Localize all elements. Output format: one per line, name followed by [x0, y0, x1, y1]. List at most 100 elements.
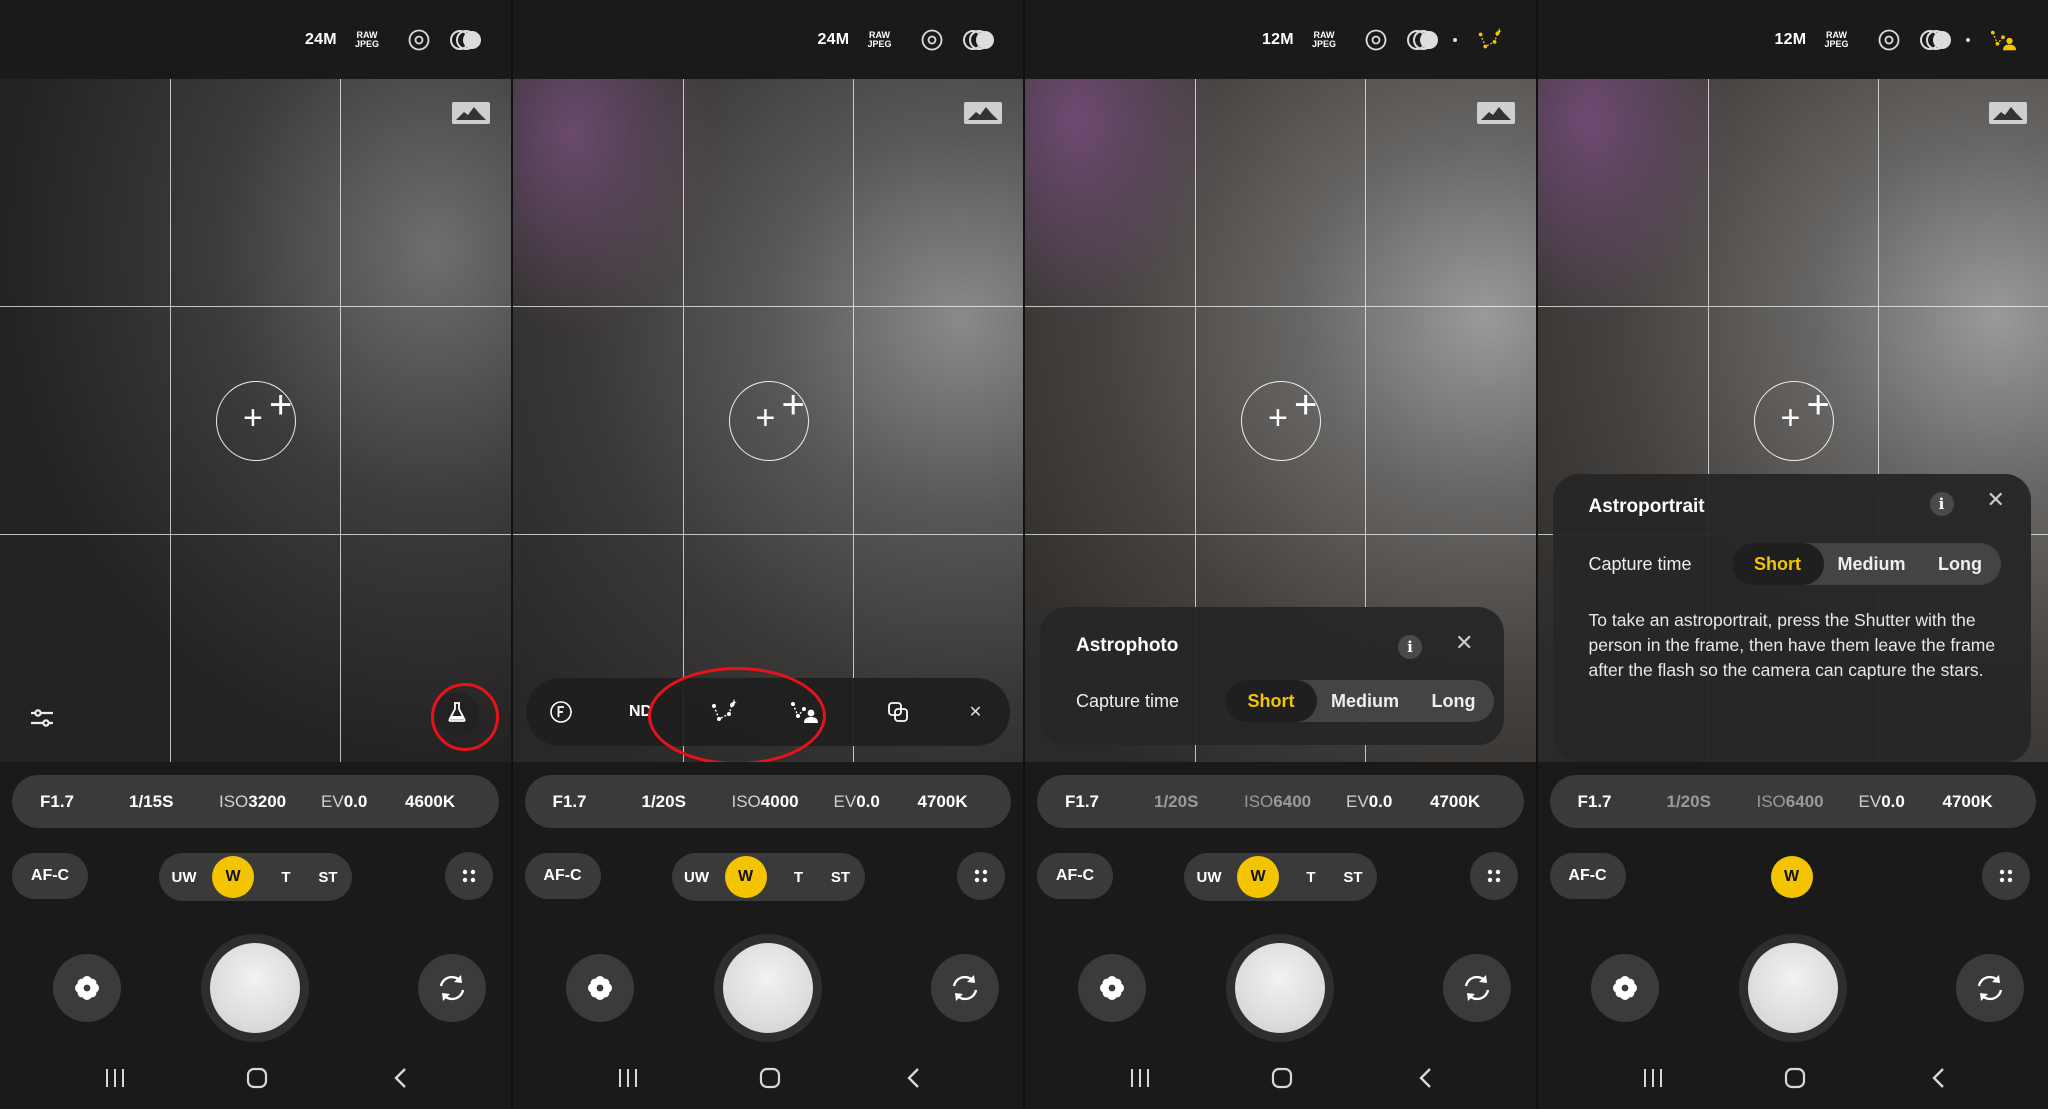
- f-circle-icon[interactable]: [536, 678, 586, 746]
- viewfinder[interactable]: + + Astroportrait i ✕ Capture time Short…: [1537, 79, 2048, 762]
- capture-medium-option[interactable]: Medium: [1824, 543, 1920, 585]
- info-icon[interactable]: i: [1398, 635, 1422, 659]
- ev-control[interactable]: EV 0.0: [1346, 775, 1392, 828]
- lens-uw[interactable]: UW: [682, 853, 712, 901]
- raw-jpeg-button[interactable]: RAW JPEG: [868, 0, 892, 79]
- lens-target-icon[interactable]: [1364, 0, 1388, 79]
- grid-dots-icon[interactable]: [957, 852, 1005, 900]
- astroportrait-icon[interactable]: [1989, 0, 2017, 79]
- lens-st[interactable]: ST: [1338, 853, 1368, 901]
- capture-short-option[interactable]: Short: [1731, 543, 1824, 585]
- viewfinder[interactable]: + + ND ✕: [512, 79, 1023, 762]
- histogram-icon[interactable]: [1476, 102, 1515, 124]
- shutter-button[interactable]: [1226, 934, 1334, 1042]
- capture-short-option[interactable]: Short: [1225, 680, 1317, 722]
- hdr-rings-icon[interactable]: [449, 0, 483, 79]
- close-lab-bar-icon[interactable]: ✕: [956, 678, 996, 746]
- shutter-speed-value[interactable]: 1/20S: [1667, 775, 1711, 828]
- white-balance-value[interactable]: 4700K: [918, 775, 968, 828]
- iso-control[interactable]: ISO 4000: [732, 775, 799, 828]
- white-balance-value[interactable]: 4700K: [1430, 775, 1480, 828]
- recent-apps-icon[interactable]: [100, 1058, 130, 1098]
- shutter-speed-value[interactable]: 1/20S: [642, 775, 686, 828]
- flip-camera-icon[interactable]: [930, 954, 999, 1022]
- shutter-button[interactable]: [713, 934, 822, 1042]
- lens-t[interactable]: T: [1301, 853, 1321, 901]
- capture-medium-option[interactable]: Medium: [1317, 680, 1413, 722]
- back-icon[interactable]: [898, 1058, 928, 1098]
- iso-control[interactable]: ISO 3200: [219, 775, 286, 828]
- shutter-speed-value[interactable]: 1/20S: [1154, 775, 1198, 828]
- resolution-button[interactable]: 12M: [1262, 0, 1294, 79]
- raw-jpeg-button[interactable]: RAW JPEG: [1825, 0, 1849, 79]
- histogram-icon[interactable]: [964, 102, 1002, 124]
- resolution-button[interactable]: 12M: [1775, 0, 1807, 79]
- hdr-rings-icon[interactable]: [1406, 0, 1440, 79]
- hdr-rings-icon[interactable]: [1919, 0, 1953, 79]
- close-icon[interactable]: ✕: [1987, 489, 2005, 511]
- recent-apps-icon[interactable]: [613, 1058, 643, 1098]
- flower-icon[interactable]: [53, 954, 121, 1022]
- back-icon[interactable]: [385, 1058, 415, 1098]
- flower-icon[interactable]: [1590, 954, 1659, 1022]
- lens-target-icon[interactable]: [1877, 0, 1901, 79]
- ev-control[interactable]: EV 0.0: [1859, 775, 1905, 828]
- shutter-speed-value[interactable]: 1/15S: [129, 775, 173, 828]
- shutter-button[interactable]: [201, 934, 309, 1042]
- ev-control[interactable]: EV 0.0: [834, 775, 880, 828]
- shutter-button[interactable]: [1738, 934, 1847, 1042]
- resolution-button[interactable]: 24M: [305, 0, 337, 79]
- overlay-squares-icon[interactable]: [873, 678, 923, 746]
- iso-control[interactable]: ISO 6400: [1757, 775, 1824, 828]
- info-icon[interactable]: i: [1929, 492, 1954, 516]
- lens-uw[interactable]: UW: [1194, 853, 1224, 901]
- grid-dots-icon[interactable]: [1982, 852, 2030, 900]
- lens-t[interactable]: T: [276, 853, 296, 901]
- white-balance-value[interactable]: 4600K: [405, 775, 455, 828]
- home-icon[interactable]: [1780, 1058, 1810, 1098]
- aperture-value[interactable]: F1.7: [553, 775, 587, 828]
- settings-sliders-icon[interactable]: [28, 704, 56, 732]
- focus-mode-button[interactable]: AF-C: [12, 853, 88, 899]
- back-icon[interactable]: [1923, 1058, 1953, 1098]
- home-icon[interactable]: [755, 1058, 785, 1098]
- lens-t[interactable]: T: [789, 853, 809, 901]
- focus-mode-button[interactable]: AF-C: [1549, 853, 1626, 899]
- recent-apps-icon[interactable]: [1638, 1058, 1668, 1098]
- flower-icon[interactable]: [1078, 954, 1146, 1022]
- grid-dots-icon[interactable]: [1469, 852, 1518, 900]
- raw-jpeg-button[interactable]: RAW JPEG: [1312, 0, 1336, 79]
- histogram-icon[interactable]: [451, 102, 490, 124]
- home-icon[interactable]: [242, 1058, 272, 1098]
- recent-apps-icon[interactable]: [1125, 1058, 1155, 1098]
- grid-dots-icon[interactable]: [444, 852, 493, 900]
- raw-jpeg-button[interactable]: RAW JPEG: [355, 0, 379, 79]
- hdr-rings-icon[interactable]: [962, 0, 996, 79]
- lens-w[interactable]: W: [724, 856, 767, 898]
- viewfinder[interactable]: + +: [0, 79, 511, 762]
- flower-icon[interactable]: [565, 954, 634, 1022]
- flip-camera-icon[interactable]: [1443, 954, 1511, 1022]
- lens-target-icon[interactable]: [407, 0, 431, 79]
- lens-w[interactable]: W: [1770, 856, 1813, 898]
- lens-target-icon[interactable]: [920, 0, 944, 79]
- capture-long-option[interactable]: Long: [1413, 680, 1494, 722]
- lens-st[interactable]: ST: [826, 853, 856, 901]
- home-icon[interactable]: [1267, 1058, 1297, 1098]
- flip-camera-icon[interactable]: [418, 954, 486, 1022]
- resolution-button[interactable]: 24M: [818, 0, 850, 79]
- lens-st[interactable]: ST: [313, 853, 343, 901]
- back-icon[interactable]: [1410, 1058, 1440, 1098]
- viewfinder[interactable]: + + Astrophoto i ✕ Capture time Short Me…: [1025, 79, 1536, 762]
- aperture-value[interactable]: F1.7: [40, 775, 74, 828]
- capture-long-option[interactable]: Long: [1920, 543, 2001, 585]
- astrophoto-icon[interactable]: [1476, 0, 1502, 79]
- flip-camera-icon[interactable]: [1955, 954, 2024, 1022]
- focus-mode-button[interactable]: AF-C: [524, 853, 601, 899]
- iso-control[interactable]: ISO 6400: [1244, 775, 1311, 828]
- histogram-icon[interactable]: [1989, 102, 2027, 124]
- white-balance-value[interactable]: 4700K: [1943, 775, 1993, 828]
- aperture-value[interactable]: F1.7: [1065, 775, 1099, 828]
- lens-w[interactable]: W: [1237, 856, 1279, 898]
- close-icon[interactable]: ✕: [1455, 632, 1473, 654]
